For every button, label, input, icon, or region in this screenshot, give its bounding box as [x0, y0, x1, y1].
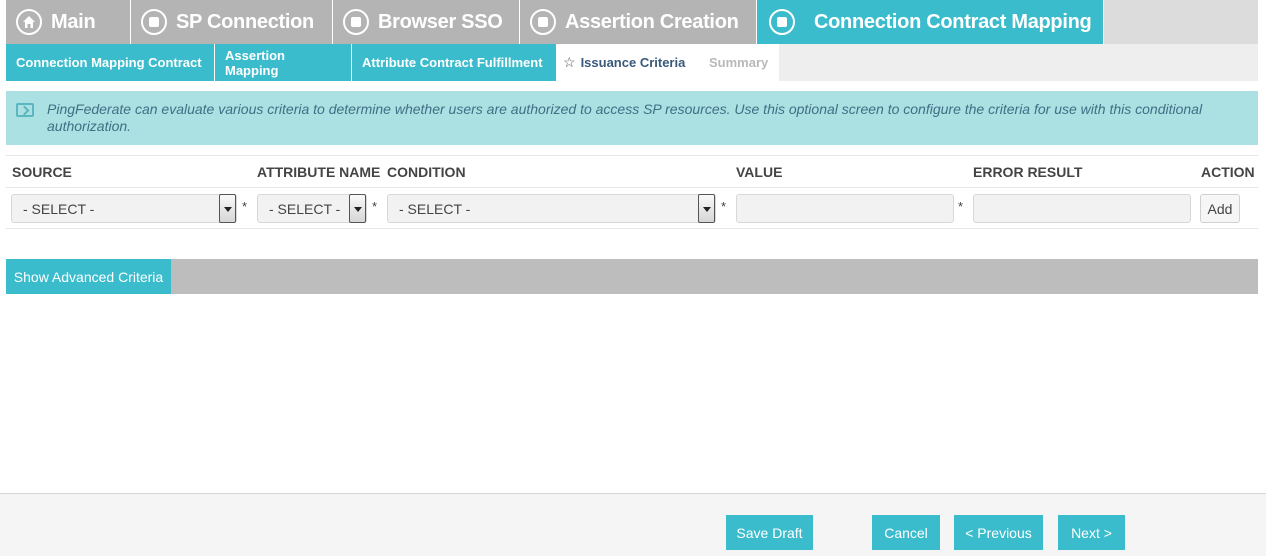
subtab-summary: Summary [699, 44, 779, 81]
required-marker: * [242, 199, 248, 214]
tab-assertion-creation[interactable]: Assertion Creation [520, 0, 757, 44]
save-draft-button[interactable]: Save Draft [726, 515, 813, 550]
subtab-label: Connection Mapping Contract [16, 55, 202, 70]
header-error-result: ERROR RESULT [973, 164, 1083, 180]
attribute-select-value: - SELECT - [269, 201, 341, 217]
step-icon [343, 9, 369, 35]
chevron-down-icon[interactable] [349, 194, 366, 223]
show-advanced-criteria-button[interactable]: Show Advanced Criteria [6, 259, 171, 294]
info-message: PingFederate can evaluate various criter… [6, 91, 1258, 145]
source-select-value: - SELECT - [23, 201, 95, 217]
error-result-input[interactable] [973, 194, 1191, 223]
step-icon [530, 9, 556, 35]
header-attribute-name: ATTRIBUTE NAME [257, 164, 381, 180]
criteria-input-row: - SELECT - * - SELECT - * - SELECT - * *… [6, 188, 1258, 229]
condition-select[interactable]: - SELECT - [387, 194, 716, 223]
tab-connection-contract-mapping-label: Connection Contract Mapping [814, 10, 1092, 33]
sub-tab-bar: Connection Mapping Contract Assertion Ma… [6, 44, 1258, 81]
required-marker: * [958, 199, 964, 214]
next-button[interactable]: Next > [1058, 515, 1125, 550]
chevron-down-icon[interactable] [698, 194, 715, 223]
tab-sp-connection[interactable]: SP Connection [131, 0, 333, 44]
home-icon [16, 9, 42, 35]
add-criteria-button[interactable]: Add [1200, 194, 1240, 223]
tab-main-label: Main [51, 10, 96, 33]
header-action: ACTION [1201, 164, 1255, 180]
cancel-button[interactable]: Cancel [872, 515, 940, 550]
subtab-connection-mapping-contract[interactable]: Connection Mapping Contract [6, 44, 215, 81]
condition-select-value: - SELECT - [399, 201, 471, 217]
chevron-down-icon[interactable] [219, 194, 236, 223]
subtab-attribute-contract-fulfillment[interactable]: Attribute Contract Fulfillment [352, 44, 557, 81]
tab-connection-contract-mapping[interactable]: Connection Contract Mapping [757, 0, 1104, 44]
subtab-label: Assertion Mapping [225, 47, 285, 78]
step-icon [769, 9, 795, 35]
header-condition: CONDITION [387, 164, 466, 180]
previous-button[interactable]: < Previous [954, 515, 1043, 550]
required-marker: * [721, 199, 727, 214]
subtab-issuance-criteria[interactable]: ☆ Issuance Criteria [557, 44, 699, 81]
attribute-name-select[interactable]: - SELECT - [257, 194, 367, 223]
header-source: SOURCE [12, 164, 72, 180]
top-tab-bar: Main SP Connection Browser SSO Assertion… [6, 0, 1258, 44]
tab-browser-sso[interactable]: Browser SSO [333, 0, 520, 44]
tab-main[interactable]: Main [6, 0, 131, 44]
advanced-criteria-bar: Show Advanced Criteria [6, 259, 1258, 294]
info-icon [16, 103, 34, 117]
subtab-label: Summary [709, 55, 769, 70]
required-marker: * [372, 199, 378, 214]
subtab-label: Issuance Criteria [580, 55, 686, 70]
star-icon: ☆ [563, 54, 576, 70]
tab-browser-sso-label: Browser SSO [378, 10, 503, 33]
subtab-assertion-mapping[interactable]: Assertion Mapping [215, 44, 352, 81]
value-input[interactable] [736, 194, 954, 223]
step-icon [141, 9, 167, 35]
criteria-header-row: SOURCE ATTRIBUTE NAME CONDITION VALUE ER… [6, 155, 1258, 188]
header-value: VALUE [736, 164, 783, 180]
tab-assertion-creation-label: Assertion Creation [565, 10, 739, 33]
source-select[interactable]: - SELECT - [11, 194, 237, 223]
tab-sp-connection-label: SP Connection [176, 10, 314, 33]
subtab-label: Attribute Contract Fulfillment [362, 55, 543, 70]
criteria-table: SOURCE ATTRIBUTE NAME CONDITION VALUE ER… [6, 155, 1258, 229]
info-text: PingFederate can evaluate various criter… [47, 101, 1203, 134]
footer-bar: Save Draft Cancel < Previous Next > [0, 493, 1266, 556]
